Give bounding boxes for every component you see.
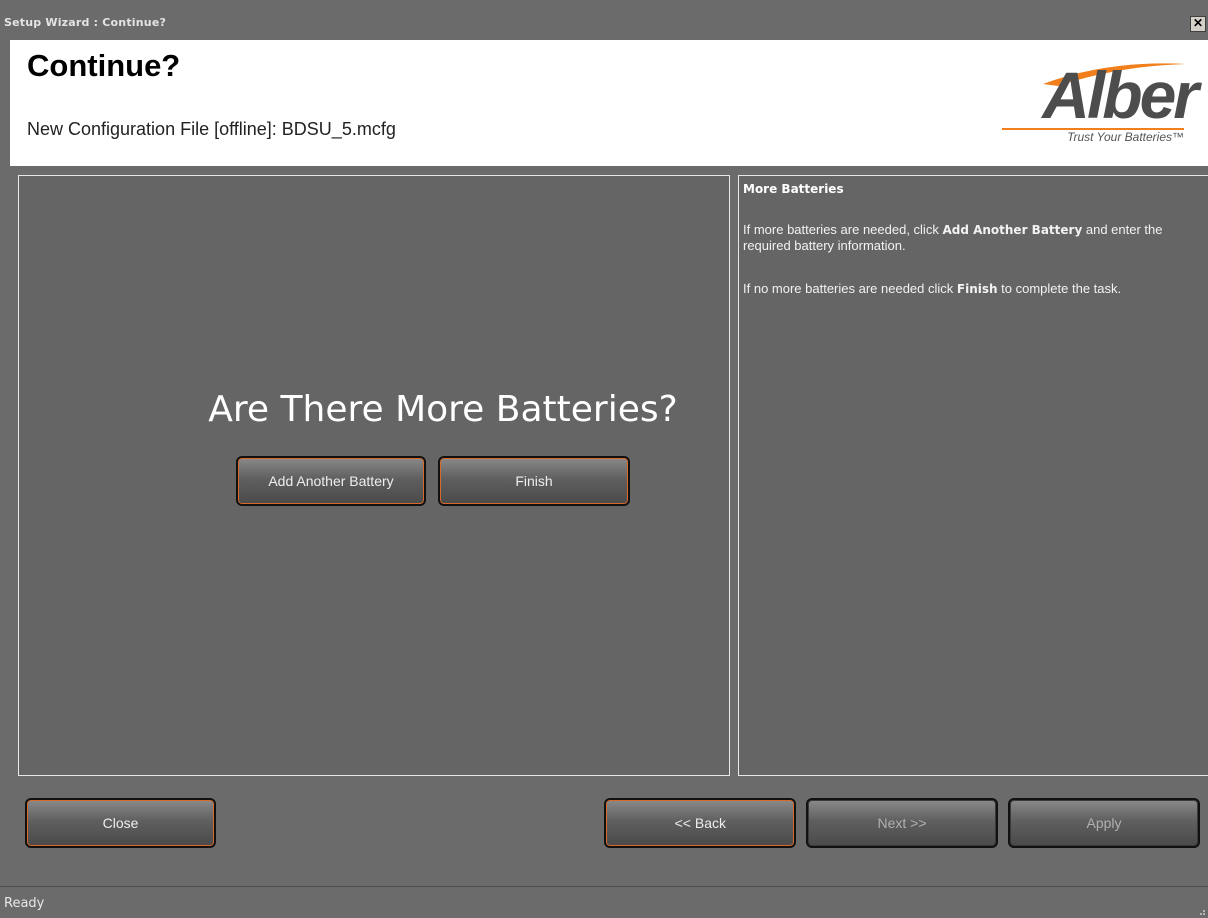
close-icon: ✕ [1192,16,1204,30]
apply-button[interactable]: Apply [1008,798,1200,848]
config-file-label: New Configuration File [offline]: BDSU_5… [27,119,396,139]
main-panel: Are There More Batteries? Add Another Ba… [18,175,730,776]
close-window-button[interactable]: ✕ [1190,16,1206,32]
logo-tagline: Trust Your Batteries™ [1067,130,1184,144]
wizard-header: Continue? New Configuration File [offlin… [10,40,1208,166]
close-button[interactable]: Close [25,798,216,848]
status-bar: Ready [0,886,1208,918]
help-panel: More Batteries If more batteries are nee… [738,175,1208,776]
back-button[interactable]: << Back [604,798,796,848]
title-bar: Setup Wizard : Continue? ✕ [0,0,1208,40]
alber-logo: Alber Trust Your Batteries™ [986,54,1199,144]
resize-grip-icon[interactable] [1196,906,1206,916]
page-title: Continue? [27,48,181,83]
help-paragraph-add: If more batteries are needed, click Add … [743,222,1163,253]
add-another-battery-button[interactable]: Add Another Battery [236,456,426,506]
help-title: More Batteries [743,182,844,196]
next-button[interactable]: Next >> [806,798,998,848]
finish-button[interactable]: Finish [438,456,630,506]
status-text: Ready [4,896,45,911]
logo-brand: Alber [1042,58,1199,132]
help-paragraph-finish: If no more batteries are needed click Fi… [743,281,1122,296]
window-title: Setup Wizard : Continue? [4,16,167,29]
